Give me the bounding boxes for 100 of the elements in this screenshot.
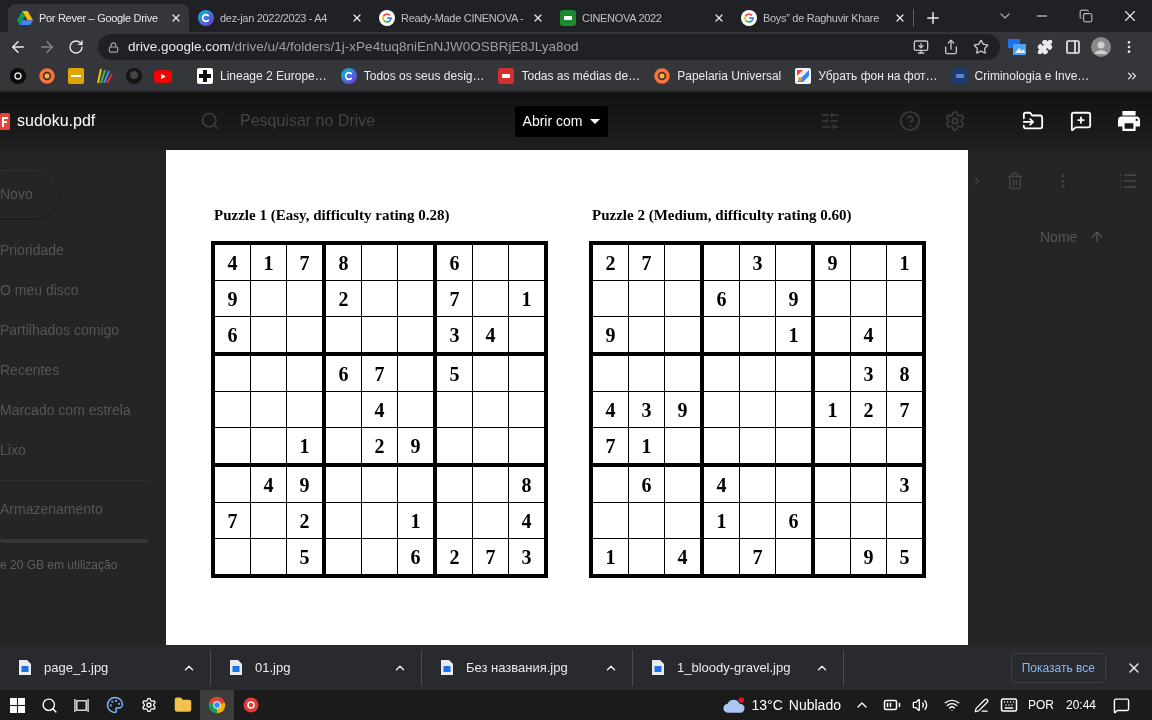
close-icon[interactable] bbox=[532, 12, 544, 24]
round-app-icon[interactable] bbox=[243, 697, 259, 713]
sudoku-cell: 9 bbox=[215, 281, 250, 316]
sudoku-cell bbox=[593, 467, 628, 502]
search-icon[interactable] bbox=[40, 696, 58, 714]
sudoku-cell bbox=[851, 245, 886, 280]
bookmark-link[interactable]: Убрать фон на фот… bbox=[788, 64, 945, 88]
notification-icon[interactable] bbox=[1113, 696, 1130, 714]
sudoku-cell bbox=[509, 245, 544, 280]
ring-logo-icon[interactable] bbox=[38, 68, 55, 84]
square-logo-icon[interactable] bbox=[67, 68, 84, 84]
side-panel-icon[interactable] bbox=[1065, 39, 1081, 55]
sudoku-cell bbox=[887, 428, 922, 463]
sudoku-cell: 9 bbox=[776, 281, 811, 316]
bookmark-link[interactable]: Lineage 2 Europe… bbox=[190, 64, 334, 88]
pen-icon[interactable] bbox=[973, 697, 989, 713]
reload-icon[interactable] bbox=[68, 39, 84, 55]
sudoku-cell bbox=[509, 356, 544, 391]
sudoku-cell: 5 bbox=[437, 356, 472, 391]
sudoku-cell: 2 bbox=[437, 539, 472, 574]
sudoku-cell bbox=[665, 317, 700, 352]
close-icon[interactable] bbox=[170, 12, 182, 24]
address-bar[interactable]: drive.google.com/drive/u/4/folders/1j-xPe4tuq8niEnNJW0OSBRjE8JLya8od bbox=[98, 34, 1000, 60]
forward-icon[interactable] bbox=[38, 38, 56, 56]
bookmark-link[interactable]: Todas as médias de… bbox=[491, 64, 648, 88]
start-menu-icon[interactable] bbox=[9, 697, 25, 713]
sudoku-cell: 2 bbox=[593, 245, 628, 280]
image-extension-icon[interactable] bbox=[1008, 39, 1026, 55]
search-icon bbox=[200, 111, 220, 131]
taskbar-app-button[interactable] bbox=[200, 690, 234, 720]
video-play-logo-icon[interactable] bbox=[153, 69, 172, 83]
back-icon[interactable] bbox=[9, 38, 27, 56]
sudoku-cell bbox=[251, 317, 286, 352]
sudoku-cell: 1 bbox=[704, 503, 739, 538]
sudoku-cell bbox=[815, 317, 850, 352]
star-icon[interactable] bbox=[973, 39, 989, 55]
volume-icon[interactable] bbox=[911, 697, 928, 713]
sudoku-cell bbox=[776, 356, 811, 391]
bookmark-link[interactable]: Papelaria Universal bbox=[647, 64, 789, 88]
restore-icon[interactable] bbox=[1079, 9, 1093, 23]
task-view-icon[interactable] bbox=[73, 697, 89, 713]
sudoku-cell bbox=[509, 317, 544, 352]
sudoku-cell bbox=[776, 245, 811, 280]
g-logo-icon bbox=[741, 10, 757, 26]
wifi-icon[interactable] bbox=[943, 697, 960, 713]
stripes-logo-icon[interactable] bbox=[96, 68, 113, 84]
settings-icon[interactable] bbox=[141, 697, 157, 713]
circle-c-logo-icon bbox=[198, 10, 214, 26]
settings-icon bbox=[944, 110, 966, 132]
sudoku-cell bbox=[362, 503, 397, 538]
image-file-icon bbox=[230, 660, 242, 675]
keyboard-icon[interactable] bbox=[999, 696, 1018, 714]
show-all-button[interactable]: Показать все bbox=[1010, 652, 1106, 683]
more-bookmarks-icon[interactable] bbox=[1125, 69, 1139, 83]
sudoku-cell bbox=[740, 356, 775, 391]
share-icon[interactable] bbox=[943, 39, 959, 55]
download-item[interactable]: 1_bloody-gravel.jpg bbox=[633, 649, 843, 686]
sudoku-cell bbox=[398, 281, 433, 316]
comment-plus-icon[interactable] bbox=[1070, 110, 1092, 132]
palette-icon[interactable] bbox=[106, 696, 124, 714]
sudoku-cell: 7 bbox=[593, 428, 628, 463]
bookmark-link[interactable]: Todos os seus desig… bbox=[333, 64, 492, 88]
sudoku-cell: 4 bbox=[215, 245, 250, 280]
cloud-icon[interactable] bbox=[722, 696, 745, 714]
close-icon[interactable] bbox=[713, 12, 725, 24]
close-icon[interactable] bbox=[894, 12, 906, 24]
sudoku-cell bbox=[665, 356, 700, 391]
browser-logo-icon[interactable] bbox=[208, 696, 226, 714]
sudoku-cell: 5 bbox=[287, 539, 322, 574]
sudoku-cell: 4 bbox=[665, 539, 700, 574]
download-item[interactable]: 01.jpg bbox=[211, 649, 421, 686]
circle-logo-icon[interactable] bbox=[9, 68, 26, 84]
sudoku-cell: 6 bbox=[398, 539, 433, 574]
folder-arrow-icon[interactable] bbox=[1022, 110, 1044, 132]
sudoku-cell bbox=[776, 392, 811, 427]
puzzle-icon[interactable] bbox=[1037, 39, 1053, 55]
folder-icon[interactable] bbox=[174, 696, 192, 714]
sudoku-cell bbox=[815, 539, 850, 574]
bookmark-link[interactable]: Criminologia e Inve… bbox=[944, 64, 1097, 88]
avatar-icon[interactable] bbox=[1091, 37, 1111, 57]
browser-tab[interactable]: Por Rever – Google Drive bbox=[8, 4, 189, 32]
download-item[interactable]: Без названия.jpg bbox=[422, 649, 632, 686]
install-app-icon[interactable] bbox=[913, 39, 929, 55]
download-item[interactable]: page_1.jpg bbox=[0, 649, 210, 686]
pdf-file-icon bbox=[0, 112, 10, 130]
sudoku-cell bbox=[326, 317, 361, 352]
new-tab-icon[interactable] bbox=[924, 9, 942, 27]
sudoku-cell bbox=[851, 428, 886, 463]
language-indicator[interactable]: POR bbox=[1027, 696, 1054, 714]
sudoku-cell bbox=[740, 503, 775, 538]
print-icon[interactable] bbox=[1118, 111, 1140, 131]
close-icon[interactable] bbox=[351, 12, 363, 24]
sudoku-cell bbox=[665, 281, 700, 316]
help-icon bbox=[899, 110, 921, 132]
clock-text[interactable]: 20:44 bbox=[1065, 696, 1096, 714]
open-with-button[interactable]: Abrir com bbox=[515, 105, 608, 137]
sudoku-cell bbox=[473, 281, 508, 316]
sudoku-cell: 8 bbox=[326, 245, 361, 280]
sudoku-cell bbox=[287, 392, 322, 427]
sudoku-cell bbox=[215, 539, 250, 574]
